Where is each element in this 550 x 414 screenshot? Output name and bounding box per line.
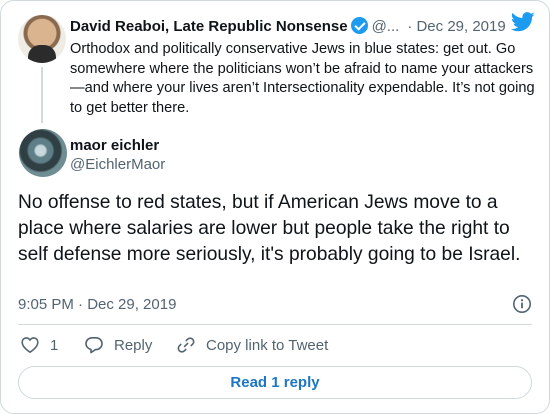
- info-icon[interactable]: [512, 294, 532, 314]
- parent-tweet-header: David Reaboi, Late Republic Nonsense @...…: [70, 17, 540, 37]
- copy-link-button[interactable]: Copy link to Tweet: [176, 335, 328, 355]
- reply-author-name[interactable]: maor eichler: [70, 137, 159, 154]
- reply-label: Reply: [114, 336, 153, 354]
- copy-link-label: Copy link to Tweet: [206, 336, 329, 354]
- reply-tweet-text: No offense to red states, but if America…: [18, 192, 521, 265]
- heart-icon: [21, 337, 39, 353]
- actions-divider: [18, 324, 532, 325]
- reply-author-handle[interactable]: @EichlerMaor: [70, 156, 165, 173]
- parent-tweet-text: Orthodox and politically conservative Je…: [70, 41, 535, 116]
- thread-connector-line: [41, 67, 43, 123]
- read-replies-button[interactable]: Read 1 reply: [18, 366, 532, 399]
- verified-badge-icon: [350, 17, 368, 34]
- like-button[interactable]: 1: [20, 335, 58, 355]
- parent-author-name[interactable]: David Reaboi, Late Republic Nonsense: [70, 18, 348, 35]
- parent-author-avatar[interactable]: [18, 15, 66, 63]
- reply-author-avatar[interactable]: [19, 129, 67, 177]
- parent-tweet-date[interactable]: · Dec 29, 2019: [407, 18, 505, 35]
- link-icon: [177, 337, 195, 353]
- reply-button[interactable]: Reply: [84, 335, 152, 355]
- twitter-bird-icon[interactable]: [511, 12, 535, 32]
- reply-bubble-icon: [85, 337, 103, 354]
- like-count: 1: [50, 336, 59, 354]
- reply-tweet-timestamp[interactable]: 9:05 PM · Dec 29, 2019: [18, 296, 176, 313]
- parent-author-handle[interactable]: @...: [372, 18, 400, 35]
- embedded-tweet-card: David Reaboi, Late Republic Nonsense @...…: [0, 0, 550, 414]
